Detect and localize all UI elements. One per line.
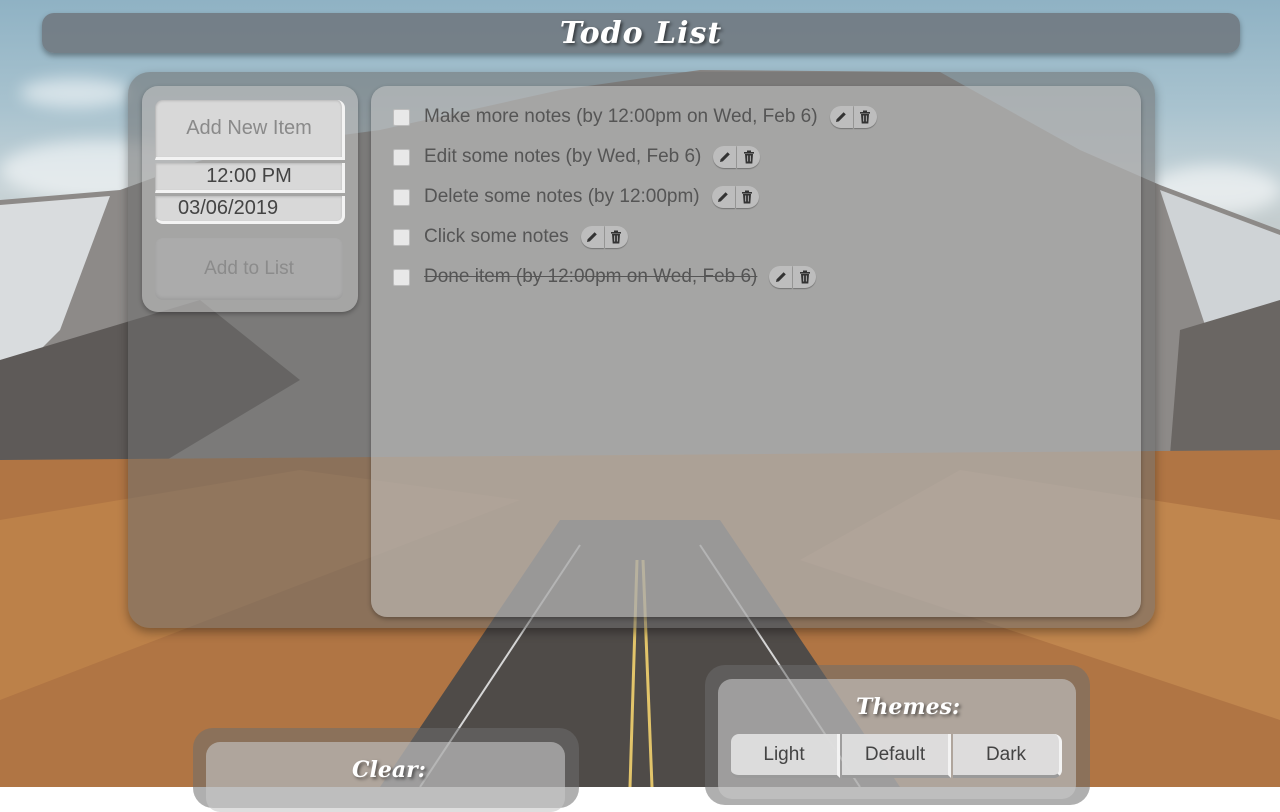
- time-input[interactable]: 12:00 PM: [155, 163, 345, 193]
- todo-text[interactable]: Done item (by 12:00pm on Wed, Feb 6): [424, 266, 757, 288]
- todo-item: Edit some notes (by Wed, Feb 6): [393, 144, 761, 170]
- todo-item: Click some notes: [393, 224, 628, 250]
- todo-actions: [829, 106, 877, 128]
- theme-button-group: Light Default Dark: [731, 734, 1062, 778]
- todo-text[interactable]: Make more notes (by 12:00pm on Wed, Feb …: [424, 106, 818, 128]
- trash-icon[interactable]: [735, 186, 759, 208]
- todo-text[interactable]: Click some notes: [424, 226, 569, 248]
- trash-icon[interactable]: [604, 226, 628, 248]
- page-title: Todo List: [559, 15, 723, 51]
- theme-default-button[interactable]: Default: [842, 734, 951, 778]
- todo-actions: [713, 146, 761, 168]
- todo-checkbox[interactable]: [393, 188, 410, 206]
- todo-checkbox[interactable]: [393, 148, 410, 166]
- todo-item: Make more notes (by 12:00pm on Wed, Feb …: [393, 104, 877, 130]
- pencil-icon[interactable]: [711, 186, 735, 208]
- todo-actions: [711, 186, 759, 208]
- pencil-icon[interactable]: [580, 226, 604, 248]
- pencil-icon[interactable]: [769, 266, 793, 288]
- pencil-icon[interactable]: [713, 146, 737, 168]
- todo-checkbox[interactable]: [393, 228, 410, 246]
- todo-text[interactable]: Delete some notes (by 12:00pm): [424, 186, 700, 208]
- date-input[interactable]: 03/06/2019: [155, 196, 345, 224]
- trash-icon[interactable]: [793, 266, 817, 288]
- todo-checkbox[interactable]: [393, 108, 410, 126]
- theme-light-button[interactable]: Light: [731, 734, 840, 778]
- add-to-list-button[interactable]: Add to List: [155, 238, 343, 300]
- todo-text[interactable]: Edit some notes (by Wed, Feb 6): [424, 146, 701, 168]
- todo-actions: [769, 266, 817, 288]
- todo-item-done: Done item (by 12:00pm on Wed, Feb 6): [393, 264, 817, 290]
- trash-icon[interactable]: [853, 106, 877, 128]
- todo-checkbox[interactable]: [393, 268, 410, 286]
- title-bar: Todo List: [42, 13, 1240, 53]
- theme-dark-button[interactable]: Dark: [953, 734, 1062, 778]
- new-item-input[interactable]: Add New Item: [155, 100, 345, 160]
- pencil-icon[interactable]: [829, 106, 853, 128]
- todo-item: Delete some notes (by 12:00pm): [393, 184, 759, 210]
- themes-title: Themes:: [856, 694, 961, 720]
- clear-title: Clear:: [352, 757, 426, 783]
- trash-icon[interactable]: [737, 146, 761, 168]
- todo-actions: [580, 226, 628, 248]
